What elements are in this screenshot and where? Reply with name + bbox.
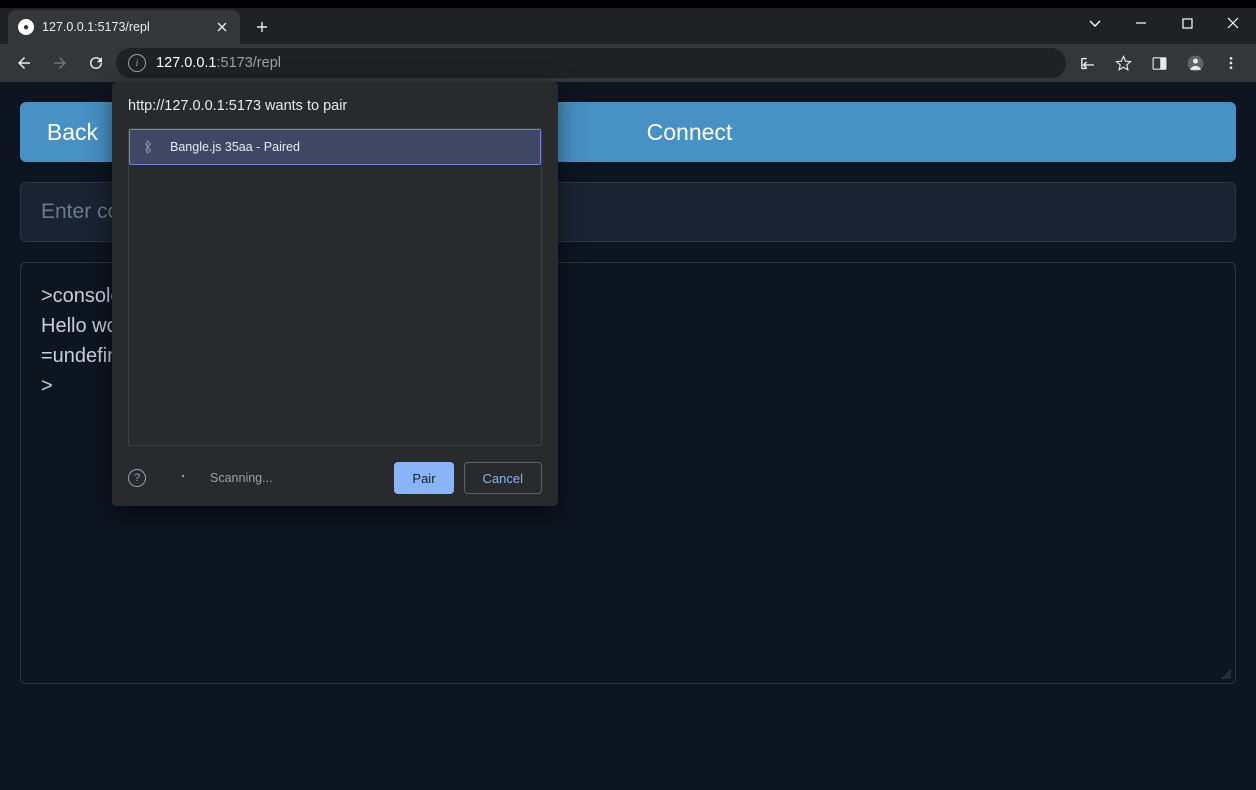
nav-forward-button[interactable] xyxy=(44,48,76,78)
minimize-button[interactable] xyxy=(1118,8,1164,38)
resize-handle-icon[interactable] xyxy=(1220,668,1232,680)
maximize-button[interactable] xyxy=(1164,8,1210,38)
address-bar[interactable]: i 127.0.0.1:5173/repl xyxy=(116,48,1066,78)
back-button[interactable]: Back xyxy=(20,102,125,162)
help-icon[interactable]: ? xyxy=(128,469,146,487)
address-bar-row: i 127.0.0.1:5173/repl xyxy=(0,44,1256,82)
os-titlebar xyxy=(0,0,1256,8)
site-info-icon[interactable]: i xyxy=(128,54,146,72)
menu-icon[interactable] xyxy=(1214,48,1248,78)
window-controls xyxy=(1072,8,1256,42)
bluetooth-pair-dialog: http://127.0.0.1:5173 wants to pair Bang… xyxy=(112,82,558,506)
cancel-button[interactable]: Cancel xyxy=(464,462,542,494)
browser-chrome: ● 127.0.0.1:5173/repl xyxy=(0,8,1256,82)
tab-title: 127.0.0.1:5173/repl xyxy=(42,20,206,34)
favicon-icon: ● xyxy=(18,19,34,35)
profile-icon[interactable] xyxy=(1178,48,1212,78)
url-text: 127.0.0.1:5173/repl xyxy=(156,55,281,71)
scanning-label: Scanning... xyxy=(210,471,384,485)
tab-search-button[interactable] xyxy=(1072,8,1118,38)
toolbar-right xyxy=(1070,48,1248,78)
pair-button[interactable]: Pair xyxy=(394,462,453,494)
nav-reload-button[interactable] xyxy=(80,48,112,78)
close-window-button[interactable] xyxy=(1210,8,1256,38)
browser-tab[interactable]: ● 127.0.0.1:5173/repl xyxy=(8,10,240,44)
bluetooth-icon xyxy=(142,140,156,154)
dialog-footer: ? Scanning... Pair Cancel xyxy=(128,446,542,494)
nav-back-button[interactable] xyxy=(8,48,40,78)
bookmark-icon[interactable] xyxy=(1106,48,1140,78)
device-name: Bangle.js 35aa - Paired xyxy=(170,140,300,154)
new-tab-button[interactable] xyxy=(248,13,276,41)
device-list[interactable]: Bangle.js 35aa - Paired xyxy=(128,128,542,446)
tab-strip: ● 127.0.0.1:5173/repl xyxy=(0,8,1256,44)
close-tab-button[interactable] xyxy=(214,19,230,35)
share-icon[interactable] xyxy=(1070,48,1104,78)
spinner-icon xyxy=(180,471,194,485)
side-panel-icon[interactable] xyxy=(1142,48,1176,78)
dialog-title: http://127.0.0.1:5173 wants to pair xyxy=(128,98,542,114)
device-item[interactable]: Bangle.js 35aa - Paired xyxy=(129,129,541,165)
